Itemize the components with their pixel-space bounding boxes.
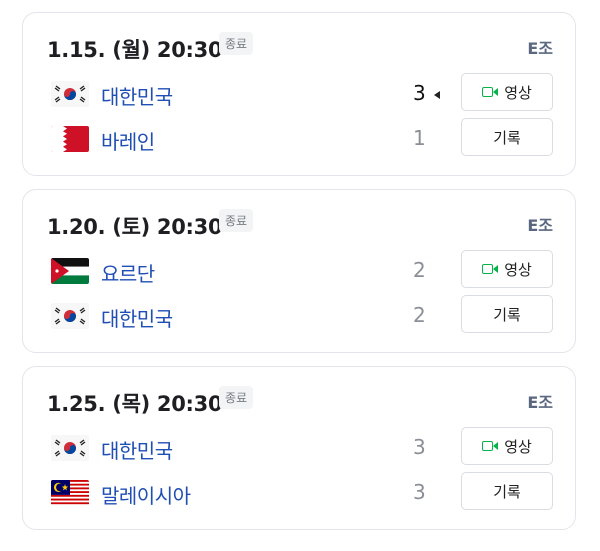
team-row: 요르단 2	[51, 256, 431, 286]
group-label[interactable]: E조	[527, 389, 553, 413]
bahrain-flag-icon	[51, 126, 89, 152]
team-name-link[interactable]: 대한민국	[101, 81, 173, 110]
record-button-label: 기록	[493, 305, 521, 324]
record-button[interactable]: 기록	[461, 295, 553, 333]
korea-flag-icon	[51, 435, 89, 461]
match-date: 1.20. (토) 20:30	[47, 215, 223, 239]
team-score: 3	[413, 81, 426, 105]
video-button-label: 영상	[504, 437, 532, 456]
team-name-link[interactable]: 대한민국	[101, 303, 173, 332]
record-button-label: 기록	[493, 128, 521, 147]
record-button[interactable]: 기록	[461, 118, 553, 156]
team-row: 대한민국 2	[51, 301, 431, 331]
record-button[interactable]: 기록	[461, 472, 553, 510]
team-score: 1	[413, 126, 426, 150]
match-card: 1.20. (토) 20:30 종료 E조 요르단 2 대한민국 2 영상 기록	[22, 189, 576, 353]
korea-flag-icon	[51, 81, 89, 107]
team-name-link[interactable]: 말레이시아	[101, 480, 191, 509]
video-camera-icon	[482, 86, 499, 99]
video-button-label: 영상	[504, 83, 532, 102]
team-row: 말레이시아 3	[51, 478, 431, 508]
video-camera-icon	[482, 440, 499, 453]
match-card: 1.15. (월) 20:30 종료 E조 대한민국 3 바레인 1 영상 기록	[22, 12, 576, 176]
korea-flag-icon	[51, 303, 89, 329]
team-score: 2	[413, 258, 426, 282]
winner-arrow-icon	[434, 91, 440, 99]
match-date: 1.25. (목) 20:30	[47, 392, 223, 416]
video-button-label: 영상	[504, 260, 532, 279]
team-row: 대한민국 3	[51, 79, 440, 110]
team-name-link[interactable]: 바레인	[101, 126, 155, 155]
group-label[interactable]: E조	[527, 212, 553, 236]
status-badge: 종료	[219, 386, 254, 409]
malaysia-flag-icon	[51, 480, 89, 506]
video-button[interactable]: 영상	[461, 250, 553, 288]
match-card: 1.25. (목) 20:30 종료 E조 대한민국 3 말레이시아 3 영상 …	[22, 366, 576, 530]
video-camera-icon	[482, 263, 499, 276]
status-badge: 종료	[219, 32, 254, 55]
record-button-label: 기록	[493, 482, 521, 501]
team-score: 3	[413, 435, 426, 459]
jordan-flag-icon	[51, 258, 89, 284]
team-score: 3	[413, 480, 426, 504]
team-name-link[interactable]: 요르단	[101, 258, 155, 287]
team-score: 2	[413, 303, 426, 327]
team-row: 바레인 1	[51, 124, 431, 154]
status-badge: 종료	[219, 209, 254, 232]
video-button[interactable]: 영상	[461, 73, 553, 111]
team-row: 대한민국 3	[51, 433, 431, 463]
team-name-link[interactable]: 대한민국	[101, 435, 173, 464]
group-label[interactable]: E조	[527, 35, 553, 59]
match-date: 1.15. (월) 20:30	[47, 38, 223, 62]
video-button[interactable]: 영상	[461, 427, 553, 465]
